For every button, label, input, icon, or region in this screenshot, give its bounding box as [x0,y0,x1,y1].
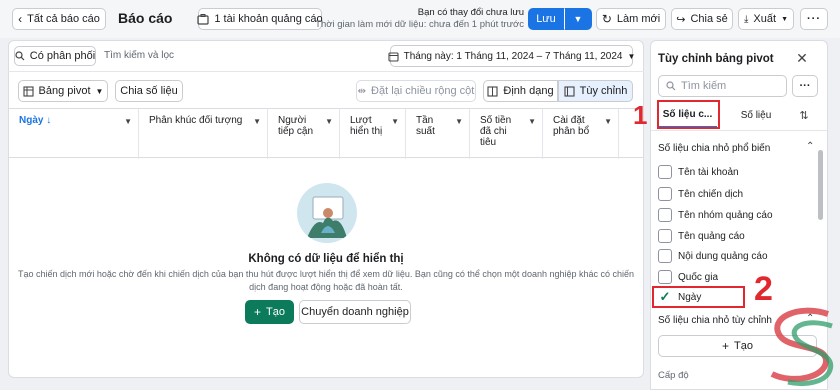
checkbox[interactable] [658,208,672,222]
pivot-table-dropdown[interactable]: Bảng pivot ▼ [18,80,108,102]
refresh-icon: ↻ [601,12,612,26]
plus-icon: + [254,305,262,319]
caret-down-icon: ▼ [528,117,536,126]
empty-state-description: Tạo chiến dịch mới hoặc chờ đến khi chiế… [17,269,635,292]
side-panel-scrollbar[interactable] [818,150,823,220]
chevron-up-icon[interactable]: ⌃ [806,141,814,152]
panel-icon [564,85,575,97]
switch-business-button[interactable]: Chuyển doanh nghiệp [299,300,411,324]
more-options-button[interactable]: ··· [800,8,828,30]
save-button[interactable]: Lưu [528,8,564,30]
date-range-picker[interactable]: Tháng này: 1 Tháng 11, 2024 – 7 Tháng 11… [388,45,636,67]
resize-icon: ⇹ [357,85,367,97]
chevron-left-icon: ‹ [18,12,23,26]
tabs-divider [651,130,827,131]
pivot-icon [22,85,34,97]
caret-down-icon: ▼ [455,117,463,126]
search-icon [666,81,676,91]
side-panel-search-input[interactable]: Tìm kiếm [658,75,787,97]
side-panel-title: Tùy chỉnh bảng pivot [658,53,774,65]
empty-state-title: Không có dữ liệu để hiển thị [248,253,404,265]
section-common-breakdowns: Số liệu chia nhỏ phổ biến [658,143,771,154]
columns-icon [487,85,498,97]
save-options-button[interactable]: ▼ [564,8,592,30]
caret-down-icon: ▼ [573,14,583,24]
reset-column-width-button[interactable]: ⇹ Đặt lại chiều rộng cột [356,80,476,102]
section-custom-breakdowns: Số liệu chia nhỏ tùy chỉnh [658,315,772,326]
breakdown-item-ad-creative[interactable]: Nội dung quảng cáo [658,247,768,265]
side-panel-more-button[interactable]: ··· [792,75,818,97]
caret-down-icon: ▼ [95,86,104,96]
column-header-amount-spent[interactable]: Số tiền đã chi tiêu ▼ [470,109,543,159]
annotation-box-2 [652,286,745,308]
breakdown-item-ad-set-name[interactable]: Tên nhóm quảng cáo [658,206,773,224]
checkbox[interactable] [658,187,672,201]
share-button[interactable]: ↪ Chia sẻ [671,8,733,30]
filter-chip-delivery[interactable]: Có phân phối [14,46,96,66]
create-campaign-button[interactable]: + Tạo [245,300,294,324]
plus-icon: + [722,339,730,353]
breakdown-item-ad-name[interactable]: Tên quảng cáo [658,227,745,245]
accounts-icon [197,13,209,25]
refresh-time: Thời gian làm mới dữ liệu: chưa đến 1 ph… [315,19,524,30]
empty-state-illustration [297,183,357,243]
export-icon: ⤓ [744,13,749,25]
export-button[interactable]: ⤓ Xuất ▼ [738,8,794,30]
more-icon: ··· [807,13,821,25]
logo-watermark [758,300,840,390]
sort-icon[interactable]: ⇅ [796,108,812,122]
caret-down-icon: ▼ [253,117,261,126]
table-header: Ngày ↓ ▼ Phân khúc đối tượng ▼ Người tiếp … [9,108,643,159]
caret-down-icon: ▼ [627,51,636,61]
breakdown-item-campaign-name[interactable]: Tên chiến dịch [658,185,743,203]
column-header-impressions[interactable]: Lượt hiển thị ▼ [340,109,406,159]
more-icon: ··· [799,80,811,92]
calendar-icon [388,51,399,62]
column-header-attribution-setting[interactable]: Cài đặt phân bổ ▼ [543,109,619,159]
close-icon[interactable]: ✕ [794,50,810,66]
tab-metrics[interactable]: Số liệu [728,103,784,128]
refresh-button[interactable]: ↻ Làm mới [596,8,666,30]
column-header-frequency[interactable]: Tần suất ▼ [406,109,470,159]
filter-search-input[interactable]: Tìm kiếm và lọc [104,50,174,61]
share-icon: ↪ [676,13,686,26]
checkbox[interactable] [658,249,672,263]
column-header-reach[interactable]: Người tiếp cận ▼ [268,109,340,159]
back-to-all-reports-button[interactable]: ‹ Tất cả báo cáo [12,8,106,30]
annotation-box-1 [657,100,720,129]
column-header-audience-segment[interactable]: Phân khúc đối tượng ▼ [139,109,268,159]
caret-down-icon: ▼ [124,117,132,126]
breakdown-item-country[interactable]: Quốc gia [658,268,718,286]
checkbox[interactable] [658,270,672,284]
level-label: Cấp độ [658,370,689,381]
caret-down-icon: ▼ [604,117,612,126]
split-metrics-button[interactable]: Chia số liệu [115,80,183,102]
caret-down-icon: ▼ [325,117,333,126]
caret-down-icon: ▼ [781,15,788,23]
format-button[interactable]: Định dạng [483,80,558,102]
column-header-date[interactable]: Ngày ↓ ▼ [9,109,139,159]
page-title: Báo cáo [118,10,173,26]
checkbox[interactable] [658,165,672,179]
checkbox[interactable] [658,229,672,243]
customize-button[interactable]: Tùy chỉnh [558,80,633,102]
search-icon [15,51,25,61]
breakdown-item-account-name[interactable]: Tên tài khoản [658,163,739,181]
caret-down-icon: ▼ [391,117,399,126]
annotation-number-1: 1 [633,100,648,130]
unsaved-title: Bạn có thay đổi chưa lưu [417,7,524,18]
